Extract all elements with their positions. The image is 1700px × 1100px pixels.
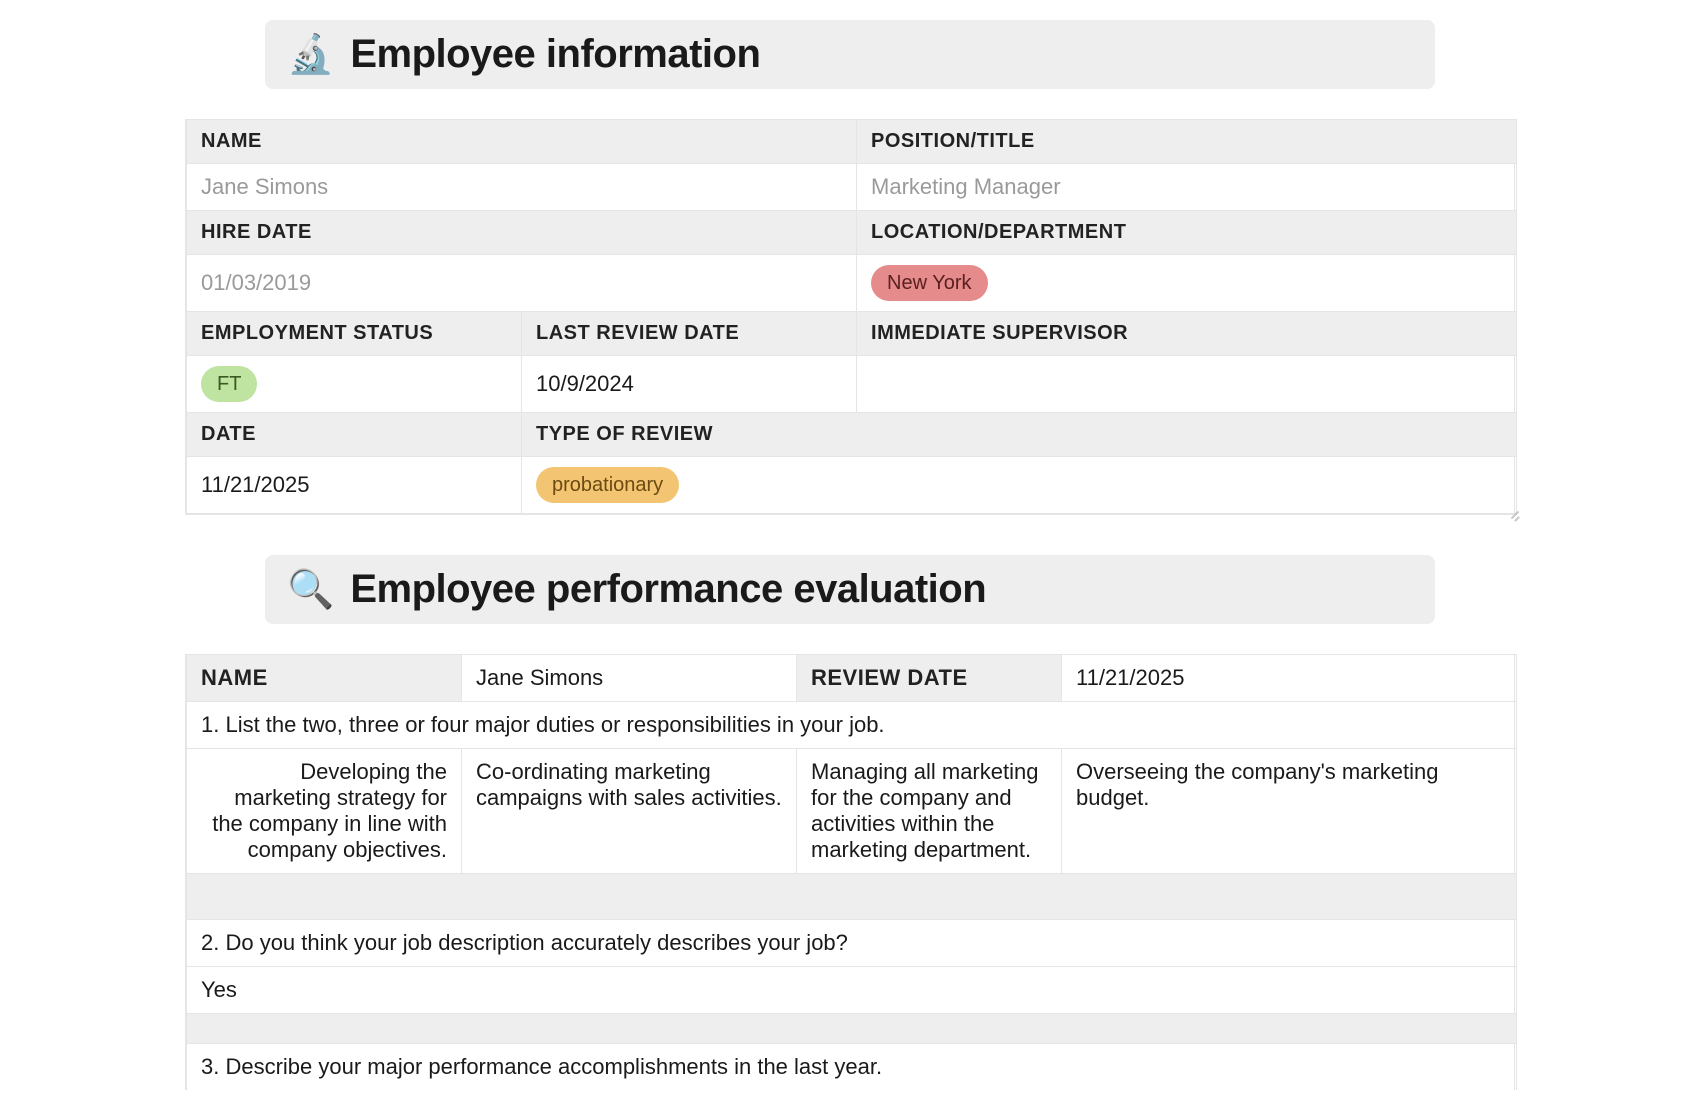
resize-handle-icon[interactable] [1506, 506, 1520, 520]
section-title-evaluation: Employee performance evaluation [350, 567, 986, 612]
value-hire-date[interactable]: 01/03/2019 [187, 255, 857, 312]
label-employment-status: EMPLOYMENT STATUS [187, 312, 522, 356]
value-supervisor[interactable] [857, 356, 1517, 413]
employment-status-pill[interactable]: FT [201, 366, 257, 402]
magnifier-icon: 🔍 [287, 571, 334, 609]
label-name: NAME [187, 120, 857, 164]
label-location: LOCATION/DEPARTMENT [857, 211, 1517, 255]
evaluation-table: NAME Jane Simons REVIEW DATE 11/21/2025 … [185, 654, 1515, 1090]
value-last-review[interactable]: 10/9/2024 [522, 356, 857, 413]
label-position: POSITION/TITLE [857, 120, 1517, 164]
label-review-type: TYPE OF REVIEW [522, 413, 1517, 457]
value-date[interactable]: 11/21/2025 [187, 457, 522, 514]
answer-2[interactable]: Yes [187, 967, 1517, 1014]
question-2: 2. Do you think your job description acc… [187, 920, 1517, 967]
location-pill[interactable]: New York [871, 265, 988, 301]
section-header-employee-info: 🔬 Employee information [265, 20, 1435, 89]
label-hire-date: HIRE DATE [187, 211, 857, 255]
value-employment-status-cell[interactable]: FT [187, 356, 522, 413]
review-type-pill[interactable]: probationary [536, 467, 679, 503]
duty-3[interactable]: Managing all marketing for the company a… [797, 749, 1062, 874]
section-title-employee-info: Employee information [350, 32, 760, 77]
value-position[interactable]: Marketing Manager [857, 164, 1517, 211]
section-header-evaluation: 🔍 Employee performance evaluation [265, 555, 1435, 624]
duty-1[interactable]: Developing the marketing strategy for th… [187, 749, 462, 874]
question-3: 3. Describe your major performance accom… [187, 1044, 1517, 1091]
spacer-row [187, 874, 1517, 920]
value-review-date[interactable]: 11/21/2025 [1062, 655, 1517, 702]
page: 🔬 Employee information NAME POSITION/TIT… [0, 0, 1700, 1090]
label-eval-name: NAME [187, 655, 462, 702]
label-supervisor: IMMEDIATE SUPERVISOR [857, 312, 1517, 356]
label-review-date: REVIEW DATE [797, 655, 1062, 702]
microscope-icon: 🔬 [287, 36, 334, 74]
employee-info-table: NAME POSITION/TITLE Jane Simons Marketin… [185, 119, 1515, 515]
value-review-type-cell[interactable]: probationary [522, 457, 1517, 514]
value-location-cell[interactable]: New York [857, 255, 1517, 312]
value-name[interactable]: Jane Simons [187, 164, 857, 211]
value-eval-name[interactable]: Jane Simons [462, 655, 797, 702]
duty-4[interactable]: Overseeing the company's marketing budge… [1062, 749, 1517, 874]
label-last-review: LAST REVIEW DATE [522, 312, 857, 356]
spacer-row [187, 1014, 1517, 1044]
question-1: 1. List the two, three or four major dut… [187, 702, 1517, 749]
duty-2[interactable]: Co-ordinating marketing campaigns with s… [462, 749, 797, 874]
label-date: DATE [187, 413, 522, 457]
